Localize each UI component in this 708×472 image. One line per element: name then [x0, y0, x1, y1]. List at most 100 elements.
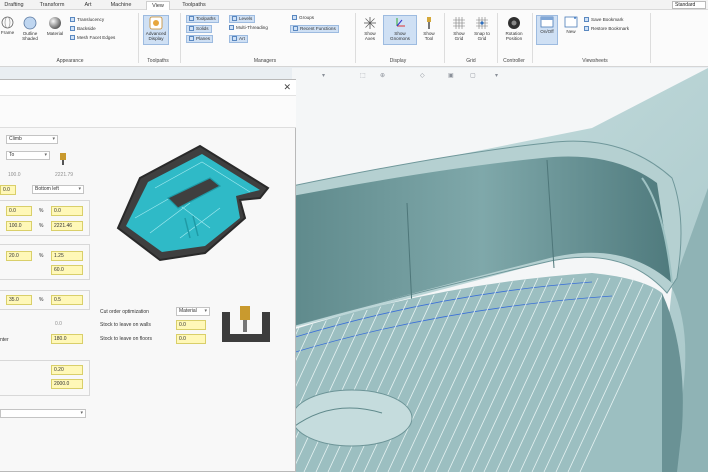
- toolpaths-manager-icon: [189, 16, 194, 21]
- tab-view[interactable]: View: [146, 1, 170, 10]
- levels-manager-toggle[interactable]: Levels: [229, 15, 256, 23]
- grid-icon: [453, 17, 465, 29]
- select-arrow-icon[interactable]: ▾: [322, 72, 325, 79]
- planes-manager-toggle[interactable]: Planes: [186, 35, 214, 43]
- backside-icon: [70, 26, 75, 31]
- mesh-facet-edges-icon: [70, 35, 75, 40]
- group-separator: [138, 13, 139, 63]
- dropdown-icon[interactable]: ▾: [495, 72, 498, 79]
- viewsheet-toggle-icon: [540, 16, 554, 28]
- outline-shaded-button[interactable]: Outline Shaded: [18, 16, 42, 41]
- tab-art[interactable]: Art: [80, 1, 96, 10]
- percent-unit: %: [39, 223, 44, 229]
- show-axes-button[interactable]: Show Axes: [360, 16, 380, 41]
- show-tool-button[interactable]: Show Tool: [420, 16, 438, 41]
- translucency-toggle[interactable]: Translucency: [70, 17, 104, 23]
- group-label-grid: Grid: [466, 58, 476, 64]
- rotation-position-button[interactable]: Rotation Position: [500, 16, 528, 41]
- group-separator: [355, 13, 356, 63]
- close-icon[interactable]: ✕: [283, 83, 291, 92]
- group-label-display: Display: [389, 58, 407, 64]
- feed-percent-input[interactable]: 35.0: [6, 295, 32, 305]
- new-viewsheet-button[interactable]: New: [562, 16, 580, 34]
- backside-toggle[interactable]: Backside: [70, 26, 96, 32]
- truncated-label: nter: [0, 337, 9, 343]
- max-stepover-percent-input[interactable]: 100.0: [6, 221, 32, 231]
- max-stepover-distance-input[interactable]: 2221.46: [51, 221, 83, 231]
- snap-to-grid-button[interactable]: Snap to Grid: [472, 16, 492, 41]
- selection-icon[interactable]: ⬚: [360, 72, 366, 79]
- material-button[interactable]: Material: [44, 16, 66, 36]
- max-length-input[interactable]: 2000.0: [51, 379, 83, 389]
- offset-input[interactable]: 0.0: [0, 185, 16, 195]
- wireframe-icon[interactable]: ▢: [470, 72, 476, 79]
- tab-toolpaths[interactable]: Toolpaths: [176, 1, 212, 10]
- toolpaths-manager-toggle[interactable]: Toolpaths: [186, 15, 219, 23]
- ribbon: Frame Outline Shaded Material Translucen…: [0, 10, 708, 67]
- viewsheets-on-off-button[interactable]: On/Off: [536, 15, 558, 45]
- depth-percent-input[interactable]: 20.0: [6, 251, 32, 261]
- wireframe-sphere-icon: [1, 16, 14, 29]
- bottom-dropdown[interactable]: [0, 409, 86, 418]
- depth-secondary-input[interactable]: 60.0: [51, 265, 83, 275]
- greyed-value: 100.0: [8, 172, 21, 178]
- new-viewsheet-icon: [564, 16, 578, 28]
- frame-button[interactable]: Frame: [0, 16, 15, 35]
- cut-method-dropdown[interactable]: Climb: [6, 135, 58, 144]
- mesh-facet-edges-toggle[interactable]: Mesh Facet Edges: [70, 35, 115, 41]
- dialog-header-strip: [0, 96, 296, 128]
- tolerance-input[interactable]: 0.20: [51, 365, 83, 375]
- solids-manager-icon: [189, 26, 194, 31]
- advanced-display-icon: [149, 16, 163, 30]
- filter-icon[interactable]: ⊕: [380, 72, 385, 79]
- restore-bookmark-button[interactable]: Restore Bookmark: [584, 26, 629, 32]
- show-gnomons-button[interactable]: Show Gnomons: [383, 15, 417, 45]
- solids-manager-toggle[interactable]: Solids: [186, 25, 212, 33]
- style-select[interactable]: Standard: [672, 1, 706, 9]
- art-manager-toggle[interactable]: Art: [229, 35, 248, 43]
- stepover-distance-input[interactable]: 0.0: [51, 206, 83, 216]
- restore-bookmark-icon: [584, 26, 589, 31]
- stepover-percent-input[interactable]: 0.0: [6, 206, 32, 216]
- groups-manager-toggle[interactable]: Groups: [292, 15, 314, 21]
- cut-order-dropdown[interactable]: Material: [176, 307, 210, 316]
- group-separator: [180, 13, 181, 63]
- stock-on-floors-label: Stock to leave on floors: [100, 336, 152, 342]
- entry-position-dropdown[interactable]: Bottom left: [32, 185, 84, 194]
- recent-functions-toggle[interactable]: Recent Functions: [290, 25, 339, 33]
- multi-threading-manager-toggle[interactable]: Multi-Threading: [229, 25, 268, 31]
- tab-drafting[interactable]: Drafting: [0, 1, 28, 10]
- pick-icon[interactable]: ▣: [448, 72, 454, 79]
- tab-machine[interactable]: Machine: [106, 1, 136, 10]
- show-grid-button[interactable]: Show Grid: [449, 16, 469, 41]
- group-label-toolpaths: Toolpaths: [147, 58, 169, 64]
- advanced-display-button[interactable]: Advanced Display: [143, 15, 169, 45]
- tab-transform[interactable]: Transform: [36, 1, 68, 10]
- feed-distance-input[interactable]: 0.5: [51, 295, 83, 305]
- greyed-value: 0.0: [55, 321, 62, 327]
- percent-unit: %: [39, 208, 44, 214]
- axes-icon: [364, 17, 376, 29]
- translucency-icon: [70, 17, 75, 22]
- stock-to-leave-diagram: [222, 306, 270, 342]
- cut-order-label: Cut order optimization: [100, 309, 149, 315]
- groups-manager-icon: [292, 15, 297, 20]
- stock-on-walls-label: Stock to leave on walls: [100, 322, 151, 328]
- recent-functions-icon: [293, 26, 298, 31]
- stock-on-walls-input[interactable]: 0.0: [176, 320, 206, 330]
- angle-input[interactable]: 180.0: [51, 334, 83, 344]
- dialog-titlebar: ✕: [0, 80, 296, 96]
- levels-manager-icon: [232, 16, 237, 21]
- outline-shaded-sphere-icon: [23, 16, 37, 30]
- percent-unit: %: [39, 253, 44, 259]
- direction-dropdown[interactable]: To: [6, 151, 50, 160]
- snap-icon[interactable]: ◇: [420, 72, 425, 79]
- tool-icon: [427, 17, 431, 29]
- multi-threading-icon: [229, 25, 234, 30]
- save-bookmark-button[interactable]: Save Bookmark: [584, 17, 623, 23]
- greyed-value: 2221.79: [55, 172, 74, 178]
- graphics-viewport[interactable]: [292, 68, 708, 472]
- stock-on-floors-input[interactable]: 0.0: [176, 334, 206, 344]
- depth-distance-input[interactable]: 1.25: [51, 251, 83, 261]
- group-separator: [444, 13, 445, 63]
